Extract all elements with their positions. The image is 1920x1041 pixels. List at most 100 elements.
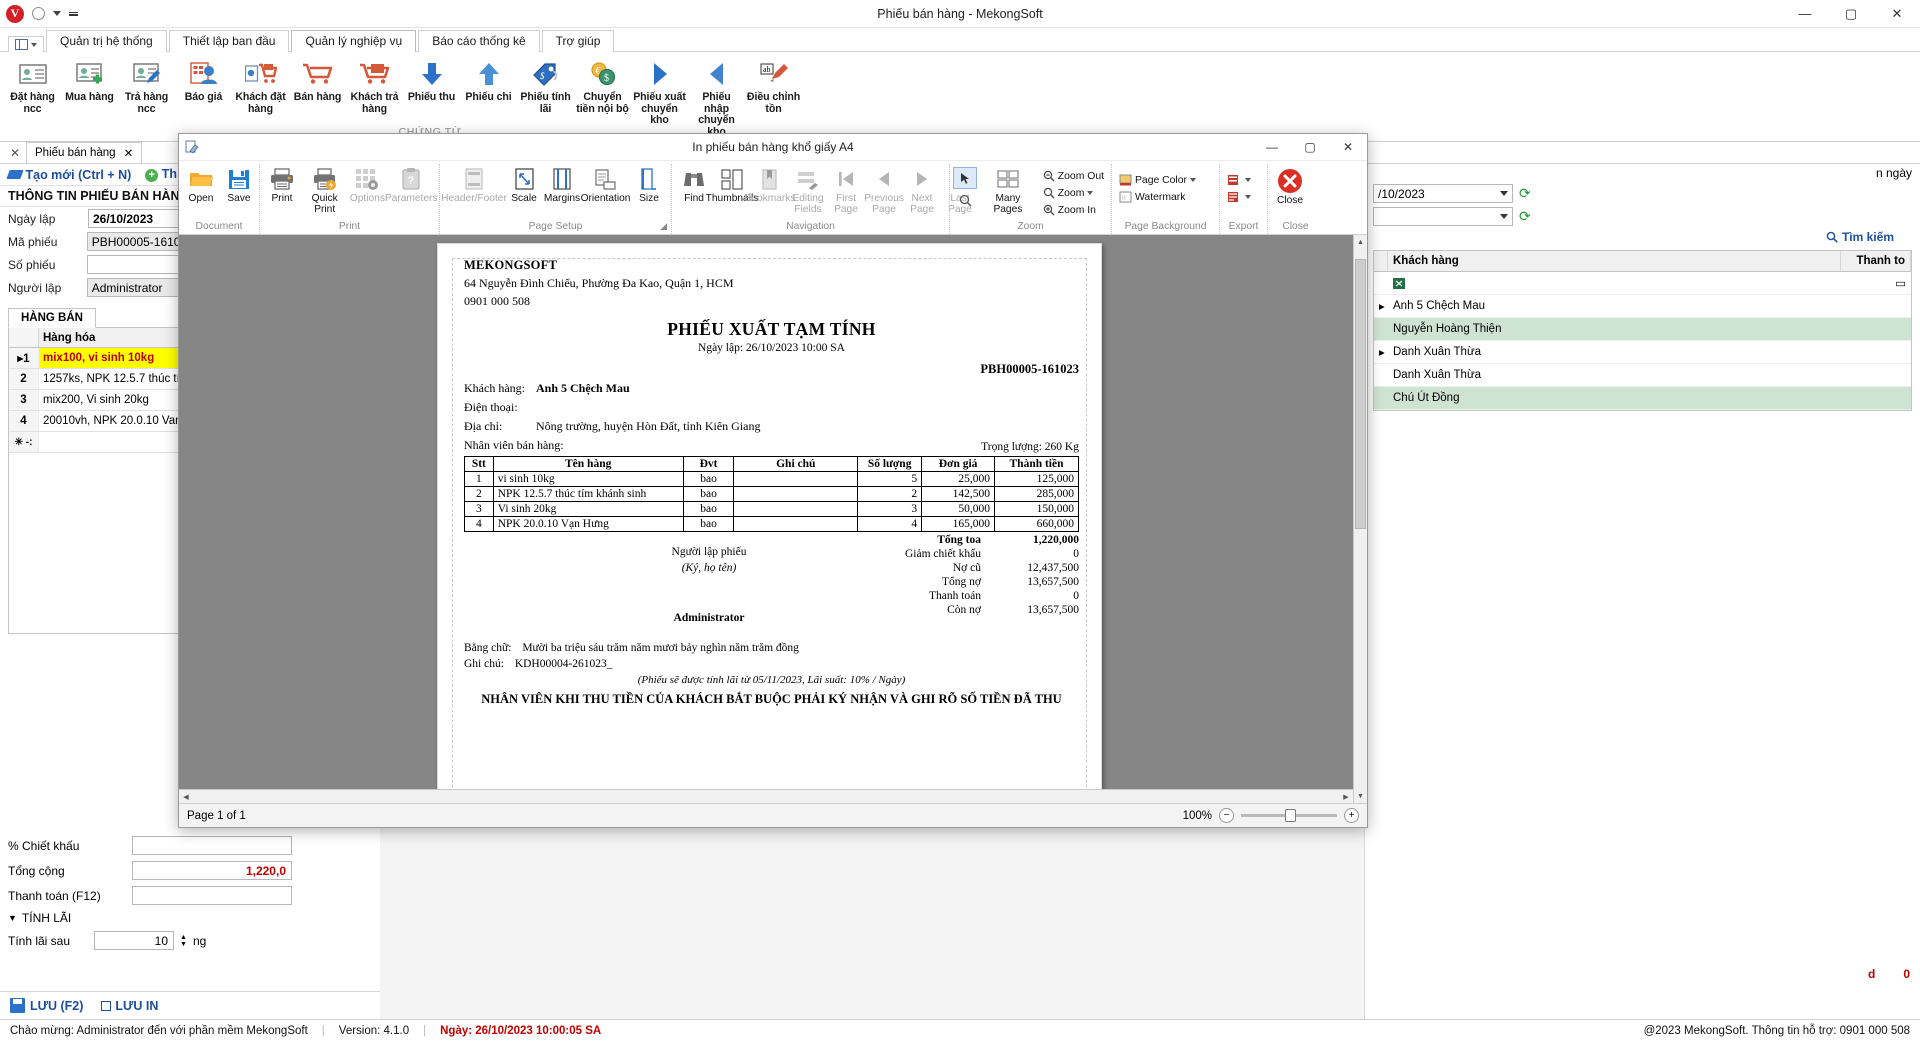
zoom-in-button[interactable]: Zoom In (1039, 202, 1108, 218)
zoom-out-button[interactable]: Zoom Out (1039, 168, 1108, 184)
scroll-down-icon[interactable]: ▼ (1354, 789, 1367, 803)
ribbon-button-bao-gia[interactable]: Báo giá (175, 56, 232, 107)
tab-thiet-lap-ban-dau[interactable]: Thiết lập ban đầu (169, 30, 290, 52)
next-page-button[interactable]: Next Page (903, 164, 941, 215)
close-preview-button[interactable]: Close (1271, 164, 1309, 207)
send-document-button[interactable] (1223, 189, 1255, 205)
minimize-button[interactable]: — (1782, 0, 1828, 28)
chevron-down-icon[interactable] (1500, 191, 1508, 196)
tab-quan-ly-nghiep-vu[interactable]: Quản lý nghiệp vụ (291, 30, 416, 52)
chevron-down-icon[interactable] (1500, 214, 1508, 219)
scale-button[interactable]: Scale (505, 164, 543, 205)
scroll-right-icon[interactable]: ▶ (1339, 793, 1353, 801)
ribbon-button-khach-tra-hang[interactable]: Khách trả hàng (346, 56, 403, 118)
header-footer-button[interactable]: Header/Footer (443, 164, 505, 205)
qat-customize-icon[interactable] (69, 12, 78, 16)
spinner-icon[interactable]: ▲▼ (180, 934, 187, 948)
search-button[interactable]: Tìm kiếm (1826, 230, 1894, 244)
tab-tro-giup[interactable]: Trợ giúp (542, 30, 615, 52)
row-customer-name: Nguyễn Hoàng Thiện (1388, 323, 1841, 335)
document-tab-phieu-ban-hang[interactable]: Phiếu bán hàng ✕ (26, 142, 142, 163)
open-button[interactable]: Open (182, 164, 220, 205)
refresh-icon[interactable]: ⟳ (1519, 185, 1531, 202)
discount-input[interactable] (132, 836, 292, 855)
grid-tab-hang-ban[interactable]: HÀNG BÁN (8, 308, 96, 328)
ribbon-button-phieu-xuat-chuyen-kho[interactable]: Phiếu xuất chuyển kho (631, 56, 688, 130)
new-record-button[interactable]: Tạo mới (Ctrl + N) (8, 168, 131, 182)
zoom-slider-knob[interactable] (1285, 809, 1296, 822)
zoom-in-button[interactable]: + (1344, 808, 1359, 823)
export-document-button[interactable] (1223, 172, 1255, 188)
table-row[interactable]: Nguyễn Hoàng Thiện (1374, 318, 1911, 341)
ribbon-button-mua-hang[interactable]: Mua hàng (61, 56, 118, 107)
table-row[interactable]: Chú Út Đồng (1374, 387, 1911, 410)
date-from-input[interactable]: /10/2023 (1373, 184, 1513, 203)
ribbon-button-dieu-chinh-ton[interactable]: ab Điều chỉnh tồn (745, 56, 802, 118)
date-to-input[interactable] (1373, 207, 1513, 226)
doc-note-row: Ghi chú: KDH00004-261023_ (464, 658, 1079, 670)
close-icon[interactable]: ✕ (124, 146, 134, 160)
zoom-out-button[interactable]: − (1219, 808, 1234, 823)
quick-print-button[interactable]: Quick Print (301, 164, 348, 215)
scroll-up-icon[interactable]: ▲ (1354, 235, 1367, 249)
page-color-button[interactable]: Page Color (1115, 172, 1200, 188)
preview-vertical-scrollbar[interactable]: ▲ ▼ (1353, 235, 1367, 803)
ribbon-menu-button[interactable] (8, 36, 44, 52)
size-button[interactable]: Size (630, 164, 668, 205)
previous-page-button[interactable]: Previous Page (865, 164, 903, 215)
maximize-button[interactable]: ▢ (1828, 0, 1874, 28)
many-pages-button[interactable]: Many Pages (977, 164, 1039, 215)
scroll-left-icon[interactable]: ◀ (179, 793, 193, 801)
doc-note-value: KDH00004-261023_ (515, 658, 613, 670)
bookmarks-button[interactable]: Bookmarks (751, 164, 789, 205)
tab-quan-tri-he-thong[interactable]: Quản trị hệ thống (46, 30, 167, 52)
payment-input[interactable] (132, 886, 292, 905)
ribbon-button-ban-hang[interactable]: Bán hàng (289, 56, 346, 107)
ribbon-button-phieu-thu[interactable]: Phiếu thu (403, 56, 460, 107)
ribbon-button-dat-hang-ncc[interactable]: Đặt hàng ncc (4, 56, 61, 118)
add-record-button[interactable]: + Th (145, 167, 177, 182)
save-button[interactable]: Save (220, 164, 258, 205)
close-all-tabs-icon[interactable]: ✕ (4, 146, 26, 160)
table-row[interactable]: ▸ Anh 5 Chệch Mau (1374, 295, 1911, 318)
chevron-down-icon (1245, 178, 1251, 182)
svg-text:$: $ (604, 73, 609, 84)
margins-button[interactable]: Margins (543, 164, 581, 205)
save-print-button[interactable]: LƯU IN (101, 999, 158, 1013)
chevron-down-icon[interactable] (53, 11, 61, 16)
zoom-button[interactable]: Zoom (1039, 185, 1108, 201)
first-page-button[interactable]: First Page (827, 164, 865, 215)
watermark-button[interactable]: W Watermark (1115, 189, 1200, 205)
options-button[interactable]: Options (348, 164, 386, 205)
pointer-select-tool[interactable] (953, 167, 977, 189)
tab-bao-cao-thong-ke[interactable]: Báo cáo thống kê (418, 30, 539, 52)
table-row[interactable]: ▭ (1374, 272, 1911, 295)
checkbox-icon[interactable] (101, 1001, 111, 1011)
ribbon-button-phieu-chi[interactable]: Phiếu chi (460, 56, 517, 107)
hand-tool[interactable] (953, 190, 977, 210)
interest-days-input[interactable]: 10 (94, 931, 174, 950)
cell-qty: 4 (858, 517, 922, 532)
print-button[interactable]: Print (263, 164, 301, 205)
doc-company-address: 64 Nguyễn Đình Chiểu, Phường Đa Kao, Quậ… (464, 276, 1079, 291)
save-button[interactable]: LƯU (F2) (10, 998, 83, 1013)
interest-section-header[interactable]: ▼ TÍNH LÃI (0, 908, 380, 928)
editing-fields-button[interactable]: Editing Fields (789, 164, 827, 215)
zoom-slider[interactable] (1241, 814, 1337, 817)
triangle-left-icon (704, 59, 730, 89)
close-button[interactable]: ✕ (1874, 0, 1920, 28)
ribbon-button-khach-dat-hang[interactable]: Khách đặt hàng (232, 56, 289, 118)
orientation-button[interactable]: Orientation (581, 164, 630, 205)
field-label: Mã phiếu (8, 235, 81, 249)
scrollbar-thumb[interactable] (1355, 259, 1366, 529)
ribbon-button-tra-hang-ncc[interactable]: Trả hàng ncc (118, 56, 175, 118)
ribbon-button-phieu-tinh-lai[interactable]: $ Phiếu tính lãi (517, 56, 574, 118)
status-date: Ngày: 26/10/2023 10:00:05 SA (440, 1025, 601, 1037)
ribbon-button-chuyen-tien-noi-bo[interactable]: € $ Chuyển tiền nội bộ (574, 56, 631, 118)
preview-horizontal-scrollbar[interactable]: ◀ ▶ (179, 789, 1353, 803)
table-row[interactable]: Danh Xuân Thừa (1374, 364, 1911, 387)
table-row[interactable]: ▸ Danh Xuân Thừa (1374, 341, 1911, 364)
circle-icon[interactable] (32, 7, 45, 20)
refresh-icon[interactable]: ⟳ (1519, 208, 1531, 225)
parameters-button[interactable]: ? Parameters (386, 164, 436, 205)
